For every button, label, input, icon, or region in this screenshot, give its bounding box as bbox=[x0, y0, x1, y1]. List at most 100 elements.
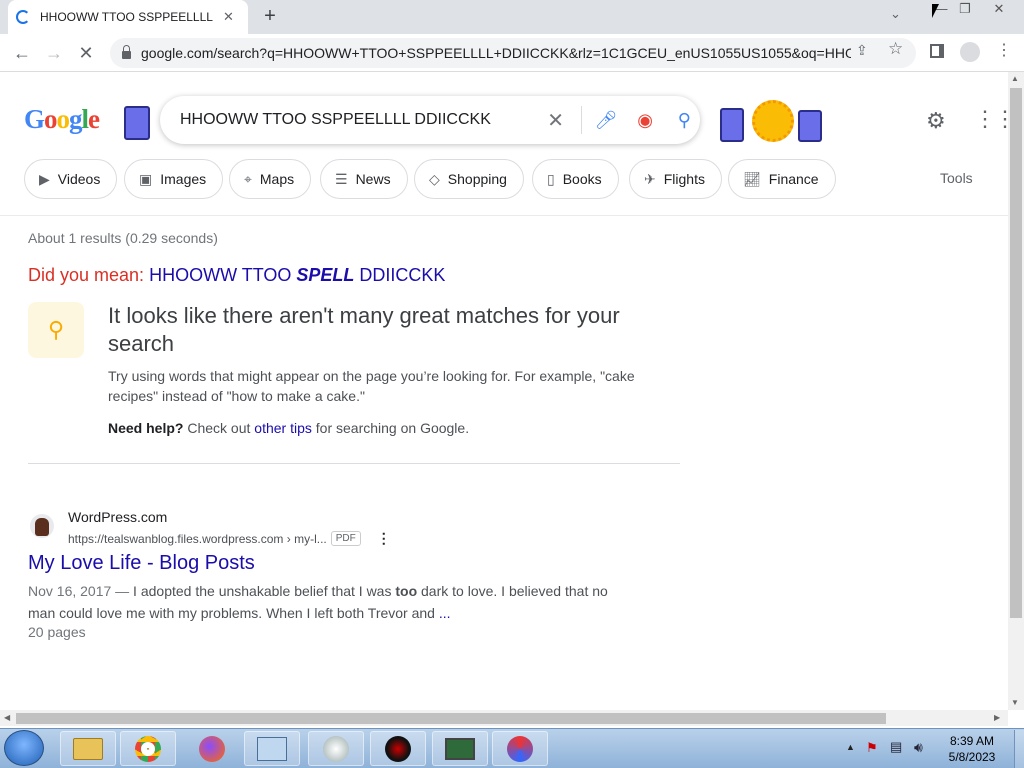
address-bar[interactable]: google.com/search?q=HHOOWW+TTOO+SSPPEELL… bbox=[110, 38, 916, 68]
close-window-button[interactable]: ✕ bbox=[984, 0, 1014, 20]
new-tab-button[interactable]: + bbox=[258, 5, 282, 29]
taskbar-chrome[interactable] bbox=[120, 731, 176, 766]
clock-date: 5/8/2023 bbox=[948, 750, 996, 764]
swirl-app-icon bbox=[507, 735, 533, 762]
doodle-book-icon bbox=[798, 110, 822, 142]
clock-time: 8:39 AM bbox=[949, 734, 995, 748]
did-you-mean-link[interactable]: HHOOWW TTOO SPELL DDIICCKK bbox=[149, 265, 445, 285]
page-count: 20 pages bbox=[28, 624, 86, 640]
share-icon[interactable]: ⇪ bbox=[856, 42, 868, 59]
did-you-mean-label: Did you mean: bbox=[28, 265, 145, 285]
tag-icon: ◇ bbox=[429, 170, 440, 187]
did-you-mean: Did you mean: HHOOWW TTOO SPELL DDIICCKK bbox=[28, 265, 445, 286]
browser-menu-icon[interactable]: ⋮ bbox=[996, 40, 1012, 60]
scroll-up-arrow-icon[interactable]: ▲ bbox=[1011, 74, 1019, 83]
chip-maps[interactable]: ⌖ Maps bbox=[229, 159, 312, 199]
doodle-sun-icon bbox=[752, 100, 794, 142]
camera-lens-icon[interactable]: ◉ bbox=[630, 110, 661, 131]
result-url[interactable]: https://tealswanblog.files.wordpress.com… bbox=[68, 532, 327, 546]
more-options-icon[interactable]: ⋮ bbox=[377, 530, 391, 547]
image-icon: ▣ bbox=[139, 170, 153, 187]
show-hidden-icons[interactable]: ▲ bbox=[846, 742, 855, 752]
tab-search-chevron-icon[interactable]: ⌄ bbox=[890, 6, 901, 22]
search-icon[interactable]: ⚲ bbox=[669, 110, 700, 131]
action-center-flag-icon[interactable]: ⚑ bbox=[866, 740, 878, 756]
result-site-name[interactable]: WordPress.com bbox=[68, 509, 167, 525]
monitor-icon bbox=[445, 737, 475, 760]
start-button[interactable] bbox=[4, 730, 44, 766]
vertical-scroll-thumb[interactable] bbox=[1010, 88, 1022, 618]
chip-finance[interactable]: 📈︎ Finance bbox=[728, 159, 836, 199]
network-icon[interactable]: ▤ bbox=[890, 739, 902, 755]
video-icon: ▶ bbox=[39, 170, 50, 187]
doodle-book-icon bbox=[124, 106, 150, 140]
taskbar-clock[interactable]: 8:39 AM 5/8/2023 bbox=[934, 733, 1010, 765]
google-doodle-logo[interactable]: Google bbox=[24, 104, 100, 135]
finance-chart-icon: 📈︎ bbox=[743, 170, 761, 187]
volume-icon[interactable]: 🔊︎ bbox=[914, 739, 923, 756]
chip-books[interactable]: ▯ Books bbox=[532, 159, 619, 199]
magnifier-icon: ⚲ bbox=[28, 302, 84, 358]
mouse-cursor-icon bbox=[932, 4, 939, 18]
other-tips-link[interactable]: other tips bbox=[254, 420, 312, 436]
taskbar-media[interactable] bbox=[308, 731, 364, 766]
result-snippet: Nov 16, 2017 — I adopted the unshakable … bbox=[28, 583, 608, 621]
taskbar-monitor[interactable] bbox=[432, 731, 488, 766]
airplane-icon: ✈ bbox=[644, 170, 656, 187]
clear-search-icon[interactable]: ✕ bbox=[540, 108, 571, 133]
red-app-icon bbox=[385, 735, 411, 762]
firefox-icon bbox=[199, 735, 225, 762]
tab-title: HHOOWW TTOO SSPPEELLLL DD bbox=[40, 10, 215, 24]
header-divider bbox=[0, 215, 1008, 216]
search-query[interactable]: HHOOWW TTOO SSPPEELLLL DDIICCKK bbox=[180, 111, 512, 129]
no-match-heading: It looks like there aren't many great ma… bbox=[108, 303, 620, 356]
browser-tab[interactable]: HHOOWW TTOO SSPPEELLLL DD ✕ bbox=[8, 0, 248, 34]
no-match-advice: Try using words that might appear on the… bbox=[108, 368, 635, 404]
chip-shopping[interactable]: ◇ Shopping bbox=[414, 159, 524, 199]
loading-spinner-icon bbox=[16, 10, 30, 24]
taskbar-explorer[interactable] bbox=[60, 731, 116, 766]
pdf-badge: PDF bbox=[330, 531, 361, 546]
site-favicon bbox=[30, 514, 54, 538]
side-panel-icon[interactable] bbox=[930, 44, 944, 58]
back-button[interactable]: ← bbox=[10, 42, 34, 64]
news-icon: ☰ bbox=[335, 170, 348, 187]
show-desktop-button[interactable] bbox=[1014, 730, 1024, 768]
result-stats: About 1 results (0.29 seconds) bbox=[28, 230, 218, 246]
taskbar-firefox[interactable] bbox=[184, 731, 240, 766]
microphone-icon[interactable]: 🎤︎ bbox=[590, 110, 621, 131]
scroll-down-arrow-icon[interactable]: ▼ bbox=[1011, 698, 1019, 707]
result-title-link[interactable]: My Love Life - Blog Posts bbox=[28, 552, 255, 575]
book-icon: ▯ bbox=[547, 170, 555, 187]
chip-videos[interactable]: ▶ Videos bbox=[24, 159, 118, 199]
scroll-left-arrow-icon[interactable]: ◀ bbox=[4, 713, 10, 722]
stop-icon[interactable]: ✕ bbox=[74, 42, 98, 64]
chip-news[interactable]: ☰ News bbox=[320, 159, 408, 199]
folder-icon bbox=[73, 737, 103, 760]
profile-avatar[interactable] bbox=[960, 42, 980, 62]
taskbar-app-swirl[interactable] bbox=[492, 731, 548, 766]
close-tab-icon[interactable]: ✕ bbox=[223, 9, 234, 25]
chip-images[interactable]: ▣ Images bbox=[124, 159, 224, 199]
chip-flights[interactable]: ✈ Flights bbox=[629, 159, 722, 199]
search-box[interactable]: HHOOWW TTOO SSPPEELLLL DDIICCKK ✕ 🎤︎ ◉ ⚲ bbox=[160, 96, 700, 144]
map-pin-icon: ⌖ bbox=[244, 170, 252, 187]
lock-icon bbox=[122, 45, 131, 59]
media-disc-icon bbox=[323, 735, 349, 762]
url-text: google.com/search?q=HHOOWW+TTOO+SSPPEELL… bbox=[141, 45, 851, 61]
browser-toolbar: ← → ✕ google.com/search?q=HHOOWW+TTOO+SS… bbox=[0, 34, 1024, 72]
restore-button[interactable]: ❐ bbox=[950, 0, 980, 20]
tools-button[interactable]: Tools bbox=[940, 170, 973, 186]
taskbar-control-panel[interactable] bbox=[244, 731, 300, 766]
settings-gear-icon[interactable]: ⚙ bbox=[926, 108, 946, 134]
horizontal-scroll-thumb[interactable] bbox=[16, 713, 886, 724]
doodle-book-icon bbox=[720, 108, 744, 142]
result-cite: https://tealswanblog.files.wordpress.com… bbox=[68, 530, 391, 547]
results-divider bbox=[28, 463, 680, 464]
control-panel-icon bbox=[257, 736, 287, 761]
forward-button[interactable]: → bbox=[42, 42, 66, 64]
taskbar-app-red[interactable] bbox=[370, 731, 426, 766]
chrome-icon bbox=[135, 735, 161, 762]
bookmark-star-icon[interactable]: ☆ bbox=[888, 39, 903, 59]
scroll-right-arrow-icon[interactable]: ▶ bbox=[994, 713, 1000, 722]
